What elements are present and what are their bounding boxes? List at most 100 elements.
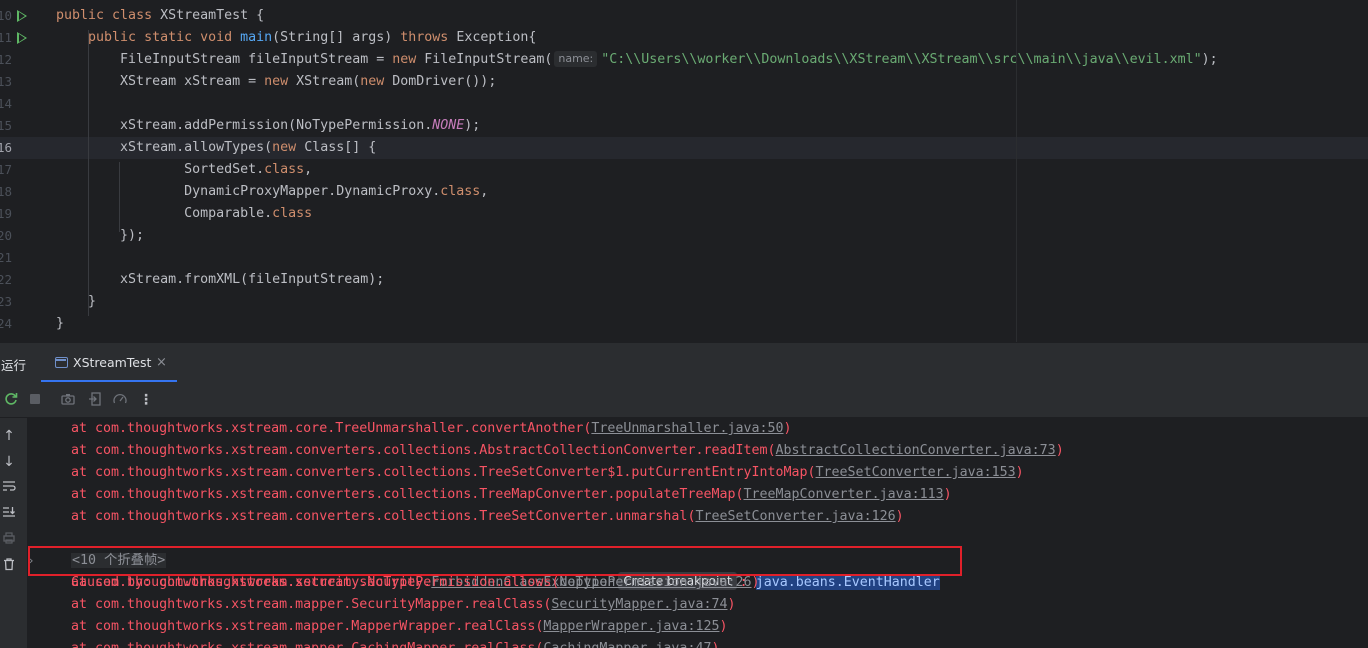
line-number: 18: [0, 184, 12, 199]
code-line[interactable]: 22 xStream.fromXML(fileInputStream);: [0, 269, 1368, 291]
stack-frame-suffix: ): [719, 619, 728, 634]
code-token: FileInputStream(: [424, 52, 553, 67]
code-token: });: [56, 228, 145, 243]
camera-icon[interactable]: [59, 391, 77, 409]
code-token: new: [272, 140, 305, 155]
code-token: new: [360, 74, 393, 89]
exit-icon[interactable]: [86, 391, 104, 409]
soft-wrap-icon[interactable]: [0, 479, 18, 497]
stack-frame-line: at com.thoughtworks.xstream.converters.c…: [39, 506, 904, 528]
console-output[interactable]: at com.thoughtworks.xstream.core.TreeUnm…: [27, 418, 1368, 648]
code-token: class: [112, 8, 161, 23]
code-token: new: [392, 52, 425, 67]
code-line[interactable]: 10 public class XStreamTest {: [0, 5, 1368, 27]
stack-frame-line: at com.thoughtworks.xstream.converters.c…: [39, 440, 1064, 462]
code-token: xStream.fromXML(fileInputStream);: [56, 272, 385, 287]
stack-frame-method: at com.thoughtworks.xstream.mapper.Cachi…: [39, 641, 543, 648]
code-token: (String[] args): [272, 30, 401, 45]
right-margin-guide: [1016, 0, 1017, 342]
stack-frame-line: at com.thoughtworks.xstream.converters.c…: [39, 462, 1024, 484]
code-token: class: [272, 206, 313, 221]
stack-frame-suffix: ): [943, 487, 952, 502]
more-icon[interactable]: ⋮: [137, 391, 155, 409]
code-editor[interactable]: 10 public class XStreamTest {11 public st…: [0, 0, 1368, 342]
code-token: FileInputStream fileInputStream =: [56, 52, 393, 67]
code-line[interactable]: 20 });: [0, 225, 1368, 247]
code-text: }: [56, 291, 96, 313]
stack-frame-line: at com.thoughtworks.xstream.mapper.Mappe…: [39, 616, 727, 638]
code-line[interactable]: 14: [0, 93, 1368, 115]
run-config-icon: [55, 357, 68, 368]
code-line[interactable]: 19 Comparable.class: [0, 203, 1368, 225]
code-text: FileInputStream fileInputStream = new Fi…: [56, 49, 1218, 71]
source-link[interactable]: SecurityMapper.java:74: [551, 597, 727, 612]
line-number: 15: [0, 118, 12, 133]
code-text: Comparable.class: [56, 203, 312, 225]
code-line[interactable]: 13 XStream xStream = new XStream(new Dom…: [0, 71, 1368, 93]
code-token: Class[] {: [304, 140, 377, 155]
up-arrow-icon[interactable]: ↑: [0, 427, 18, 445]
stack-frame-method: at com.thoughtworks.xstream.mapper.Mappe…: [39, 619, 544, 634]
scroll-to-end-icon[interactable]: [0, 505, 18, 523]
line-number: 19: [0, 206, 12, 221]
code-line[interactable]: 24}: [0, 313, 1368, 335]
rerun-icon[interactable]: [2, 391, 20, 409]
stack-frame-suffix: ): [1015, 465, 1024, 480]
code-token: ,: [304, 162, 313, 177]
code-line[interactable]: 11 public static void main(String[] args…: [0, 27, 1368, 49]
code-token: new: [264, 74, 297, 89]
code-line[interactable]: 18 DynamicProxyMapper.DynamicProxy.class…: [0, 181, 1368, 203]
run-gutter-icon[interactable]: [17, 32, 27, 44]
line-number: 22: [0, 272, 12, 287]
down-arrow-icon[interactable]: ↓: [0, 453, 18, 471]
stack-frame-method: at com.thoughtworks.xstream.converters.c…: [39, 443, 776, 458]
code-token: );: [464, 118, 481, 133]
print-icon[interactable]: [0, 531, 18, 549]
run-tool-window-header: 运行 XStreamTest ×: [0, 342, 1368, 383]
code-line[interactable]: 21: [0, 247, 1368, 269]
source-link[interactable]: NoTypePermission.java:26: [559, 575, 751, 590]
code-token: "C:\\Users\\worker\\Downloads\\XStream\\…: [601, 52, 1202, 67]
code-token: XStreamTest {: [160, 8, 265, 23]
line-number: 13: [0, 74, 12, 89]
stack-frame-suffix: ): [1055, 443, 1064, 458]
coverage-icon[interactable]: [111, 391, 129, 409]
run-gutter-icon[interactable]: [17, 10, 27, 22]
code-token: Exception{: [456, 30, 537, 45]
code-line[interactable]: 12 FileInputStream fileInputStream = new…: [0, 49, 1368, 71]
code-line[interactable]: 16 xStream.allowTypes(new Class[] {: [0, 137, 1368, 159]
code-token: xStream.addPermission(NoTypePermission.: [56, 118, 433, 133]
code-token: NONE: [432, 118, 465, 133]
source-link[interactable]: AbstractCollectionConverter.java:73: [776, 443, 1056, 458]
indent-guide: [119, 162, 120, 232]
stack-frame-method: at com.thoughtworks.xstream.converters.c…: [39, 465, 816, 480]
line-number: 20: [0, 228, 12, 243]
tab-xstreamtest[interactable]: XStreamTest ×: [41, 343, 177, 383]
error-highlight-box: [28, 546, 962, 576]
code-line[interactable]: 17 SortedSet.class,: [0, 159, 1368, 181]
code-text: public static void main(String[] args) t…: [56, 27, 536, 49]
trash-icon[interactable]: [0, 557, 18, 575]
code-line[interactable]: 23 }: [0, 291, 1368, 313]
code-line[interactable]: 15 xStream.addPermission(NoTypePermissio…: [0, 115, 1368, 137]
code-text: xStream.addPermission(NoTypePermission.N…: [56, 115, 480, 137]
stack-frame-suffix: ): [751, 575, 760, 590]
stack-frame-method: at com.thoughtworks.xstream.security.NoT…: [39, 575, 560, 590]
source-link[interactable]: TreeSetConverter.java:153: [816, 465, 1016, 480]
run-panel-title: 运行: [1, 358, 27, 373]
source-link[interactable]: TreeMapConverter.java:113: [743, 487, 943, 502]
source-link[interactable]: TreeUnmarshaller.java:50: [591, 421, 783, 436]
code-token: ,: [480, 184, 489, 199]
source-link[interactable]: MapperWrapper.java:125: [543, 619, 719, 634]
line-number: 12: [0, 52, 12, 67]
code-token: );: [1201, 52, 1218, 67]
selected-class-name[interactable]: java.beans.EventHandler: [755, 575, 940, 590]
source-link[interactable]: CachingMapper.java:47: [543, 641, 711, 648]
code-text: XStream xStream = new XStream(new DomDri…: [56, 71, 496, 93]
stack-frame-suffix: ): [895, 509, 904, 524]
source-link[interactable]: TreeSetConverter.java:126: [695, 509, 895, 524]
close-tab-icon[interactable]: ×: [156, 355, 167, 370]
code-text: public class XStreamTest {: [56, 5, 264, 27]
stop-icon[interactable]: [26, 391, 44, 409]
